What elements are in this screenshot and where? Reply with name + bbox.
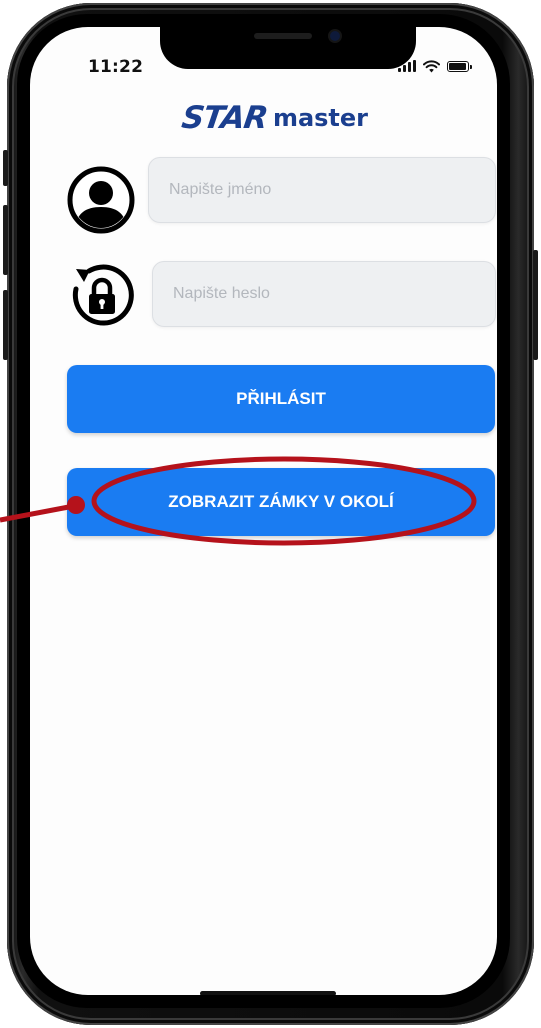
battery-icon	[447, 60, 472, 72]
phone-screen: 11:22 STAR master Napište jméno PŘIHLÁSI…	[30, 27, 497, 995]
logo-star-text: STAR	[179, 100, 270, 136]
home-indicator	[200, 991, 336, 995]
password-field[interactable]	[152, 261, 496, 327]
notch	[160, 27, 416, 69]
wifi-icon	[423, 59, 440, 72]
cellular-signal-icon	[398, 60, 416, 72]
password-input[interactable]	[153, 262, 495, 326]
user-avatar-icon	[67, 166, 135, 234]
logo-master-text: master	[272, 104, 369, 132]
status-time: 11:22	[88, 57, 144, 77]
volume-up-button	[3, 205, 8, 275]
app-logo: STAR master	[179, 100, 369, 136]
username-field[interactable]	[148, 157, 496, 223]
volume-down-button	[3, 290, 8, 360]
power-button	[533, 250, 538, 360]
show-nearby-locks-button[interactable]: ZOBRAZIT ZÁMKY V OKOLÍ	[67, 468, 495, 536]
lock-refresh-icon	[72, 264, 134, 326]
status-icons	[398, 59, 472, 73]
front-camera	[330, 31, 340, 41]
login-button[interactable]: PŘIHLÁSIT	[67, 365, 495, 433]
username-input[interactable]	[149, 158, 495, 222]
silent-switch	[3, 150, 8, 186]
earpiece-speaker	[254, 33, 312, 39]
